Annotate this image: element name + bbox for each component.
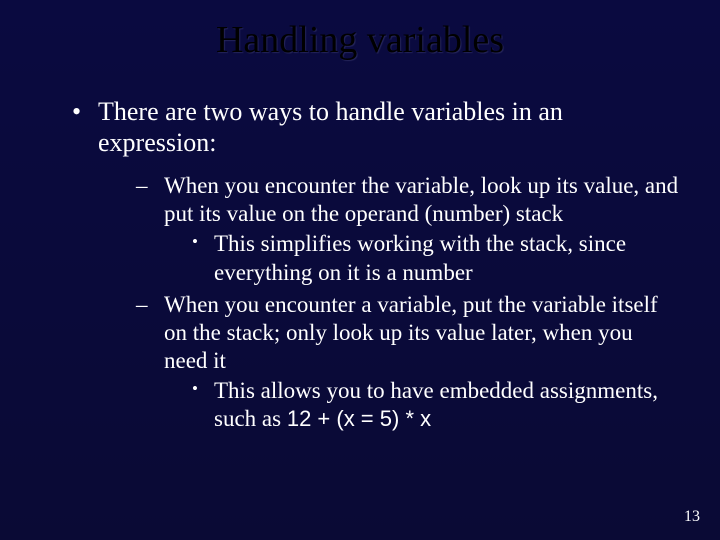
bullet-list-level3: This simplifies working with the stack, … bbox=[164, 230, 680, 286]
list-item: There are two ways to handle variables i… bbox=[72, 96, 680, 433]
list-item: This simplifies working with the stack, … bbox=[192, 230, 680, 286]
code-snippet: 12 + (x = 5) * x bbox=[287, 406, 431, 431]
bullet-text: When you encounter a variable, put the v… bbox=[164, 292, 658, 373]
slide-title: Handling variables bbox=[40, 18, 680, 62]
bullet-text: This allows you to have embedded assignm… bbox=[214, 378, 658, 431]
bullet-list-level2: When you encounter the variable, look up… bbox=[98, 172, 680, 432]
slide: Handling variables There are two ways to… bbox=[0, 0, 720, 540]
list-item: When you encounter a variable, put the v… bbox=[136, 291, 680, 433]
bullet-text: There are two ways to handle variables i… bbox=[98, 97, 563, 157]
bullet-list-level1: There are two ways to handle variables i… bbox=[40, 96, 680, 433]
list-item: This allows you to have embedded assignm… bbox=[192, 377, 680, 433]
bullet-text: This simplifies working with the stack, … bbox=[214, 231, 626, 284]
list-item: When you encounter the variable, look up… bbox=[136, 172, 680, 286]
bullet-list-level3: This allows you to have embedded assignm… bbox=[164, 377, 680, 433]
bullet-text: When you encounter the variable, look up… bbox=[164, 173, 678, 226]
page-number: 13 bbox=[684, 508, 700, 526]
